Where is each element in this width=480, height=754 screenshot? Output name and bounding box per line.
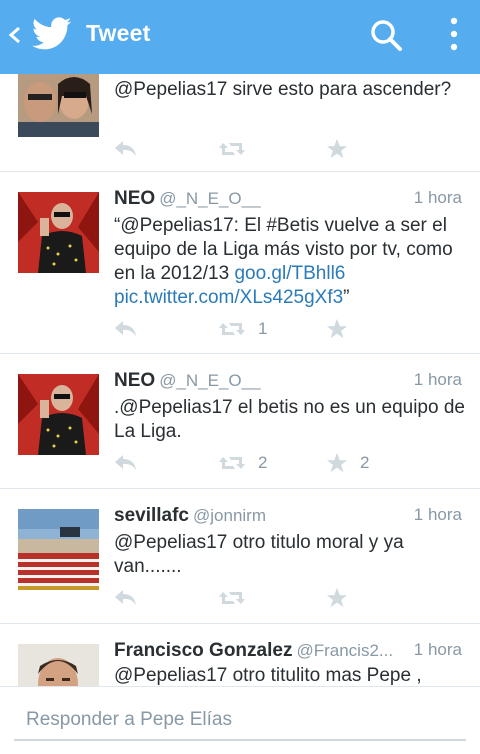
retweet-button[interactable]: 2 (218, 450, 267, 476)
tweet-time: 1 hora (413, 188, 462, 207)
reply-icon (115, 141, 136, 156)
tweet-text: .@Pepelias17 el betis no es un equipo de… (114, 397, 465, 442)
tweet-actions (114, 136, 466, 162)
tweet-link[interactable]: goo.gl/TBhll6 (234, 263, 345, 284)
reply-button[interactable] (114, 450, 138, 476)
tweet-header: NEO @_N_E_O__ 1 hora (114, 188, 462, 212)
tweet-header: sevillafc @jonnirm 1 hora (114, 505, 462, 529)
author-name[interactable]: NEO (114, 370, 155, 391)
tweet-header: Francisco Gonzalez @Francis2... 1 hora (114, 640, 462, 664)
avatar[interactable] (18, 74, 99, 137)
favorite-button[interactable] (326, 316, 348, 342)
favorite-button[interactable] (326, 136, 348, 162)
tweet-text: “@Pepelias17: El #Betis vuelve a ser el … (114, 214, 466, 310)
tweet-list[interactable]: @Pepelias17 sirve esto para ascender? NE… (0, 74, 480, 686)
app-bar: Tweet (0, 0, 480, 74)
retweet-count: 1 (258, 319, 268, 338)
author-handle[interactable]: @jonnirm (193, 506, 266, 525)
author-handle[interactable]: @_N_E_O__ (159, 189, 260, 208)
tweet-item[interactable]: @Pepelias17 sirve esto para ascender? (0, 74, 480, 172)
tweet-time: 1 hora (413, 505, 462, 524)
overflow-menu-icon[interactable] (444, 15, 464, 55)
reply-button[interactable] (114, 316, 138, 342)
tweet-text: @Pepelias17 otro titulo moral y ya van..… (114, 532, 404, 577)
tweet-actions: 2 2 (114, 450, 466, 476)
avatar[interactable] (18, 192, 99, 273)
retweet-button[interactable] (218, 136, 246, 162)
tweet-item[interactable]: Francisco Gonzalez @Francis2... 1 hora @P… (0, 624, 480, 686)
tweet-item[interactable]: NEO @_N_E_O__ 1 hora “@Pepelias17: El #Be… (0, 172, 480, 354)
author-handle[interactable]: @Francis2... (296, 641, 393, 660)
page-title: Tweet (86, 20, 151, 46)
tweet-actions (114, 585, 466, 611)
star-icon (326, 318, 348, 339)
star-icon (326, 452, 348, 473)
avatar[interactable] (18, 509, 99, 590)
tweet-time: 1 hora (413, 640, 462, 659)
tweet-text-end: ” (343, 287, 350, 308)
author-name[interactable]: sevillafc (114, 505, 189, 526)
reply-icon (115, 455, 136, 470)
tweet-media-link[interactable]: pic.twitter.com/XLs425gXf3 (114, 287, 343, 308)
tweet-text: @Pepelias17 otro titulito mas Pepe , (114, 665, 422, 686)
retweet-button[interactable] (218, 585, 246, 611)
favorite-button[interactable]: 2 (326, 450, 369, 476)
star-icon (326, 138, 348, 159)
tweet-item[interactable]: NEO @_N_E_O__ 1 hora .@Pepelias17 el beti… (0, 354, 480, 489)
retweet-icon (219, 592, 245, 604)
reply-bar (0, 686, 480, 754)
favorite-button[interactable] (326, 585, 348, 611)
tweet-text: @Pepelias17 sirve esto para ascender? (114, 79, 452, 100)
retweet-icon (219, 323, 245, 335)
reply-icon (115, 590, 136, 605)
avatar[interactable] (18, 374, 99, 455)
retweet-count: 2 (258, 453, 268, 472)
retweet-icon (219, 143, 245, 155)
favorite-count: 2 (360, 453, 370, 472)
author-name[interactable]: NEO (114, 188, 155, 209)
reply-button[interactable] (114, 585, 138, 611)
back-chevron-icon[interactable] (6, 20, 22, 50)
tweet-item[interactable]: sevillafc @jonnirm 1 hora @Pepelias17 otr… (0, 489, 480, 624)
tweet-time: 1 hora (413, 370, 462, 389)
avatar[interactable] (18, 644, 99, 686)
author-handle[interactable]: @_N_E_O__ (159, 371, 260, 390)
star-icon (326, 587, 348, 608)
reply-button[interactable] (114, 136, 138, 162)
retweet-button[interactable]: 1 (218, 316, 267, 342)
search-icon[interactable] (368, 17, 404, 53)
tweet-actions: 1 (114, 316, 466, 342)
retweet-icon (219, 457, 245, 469)
reply-input[interactable] (14, 701, 466, 741)
author-name[interactable]: Francisco Gonzalez (114, 640, 292, 661)
tweet-header: NEO @_N_E_O__ 1 hora (114, 370, 462, 394)
reply-icon (115, 321, 136, 336)
twitter-bird-icon[interactable] (32, 16, 72, 52)
